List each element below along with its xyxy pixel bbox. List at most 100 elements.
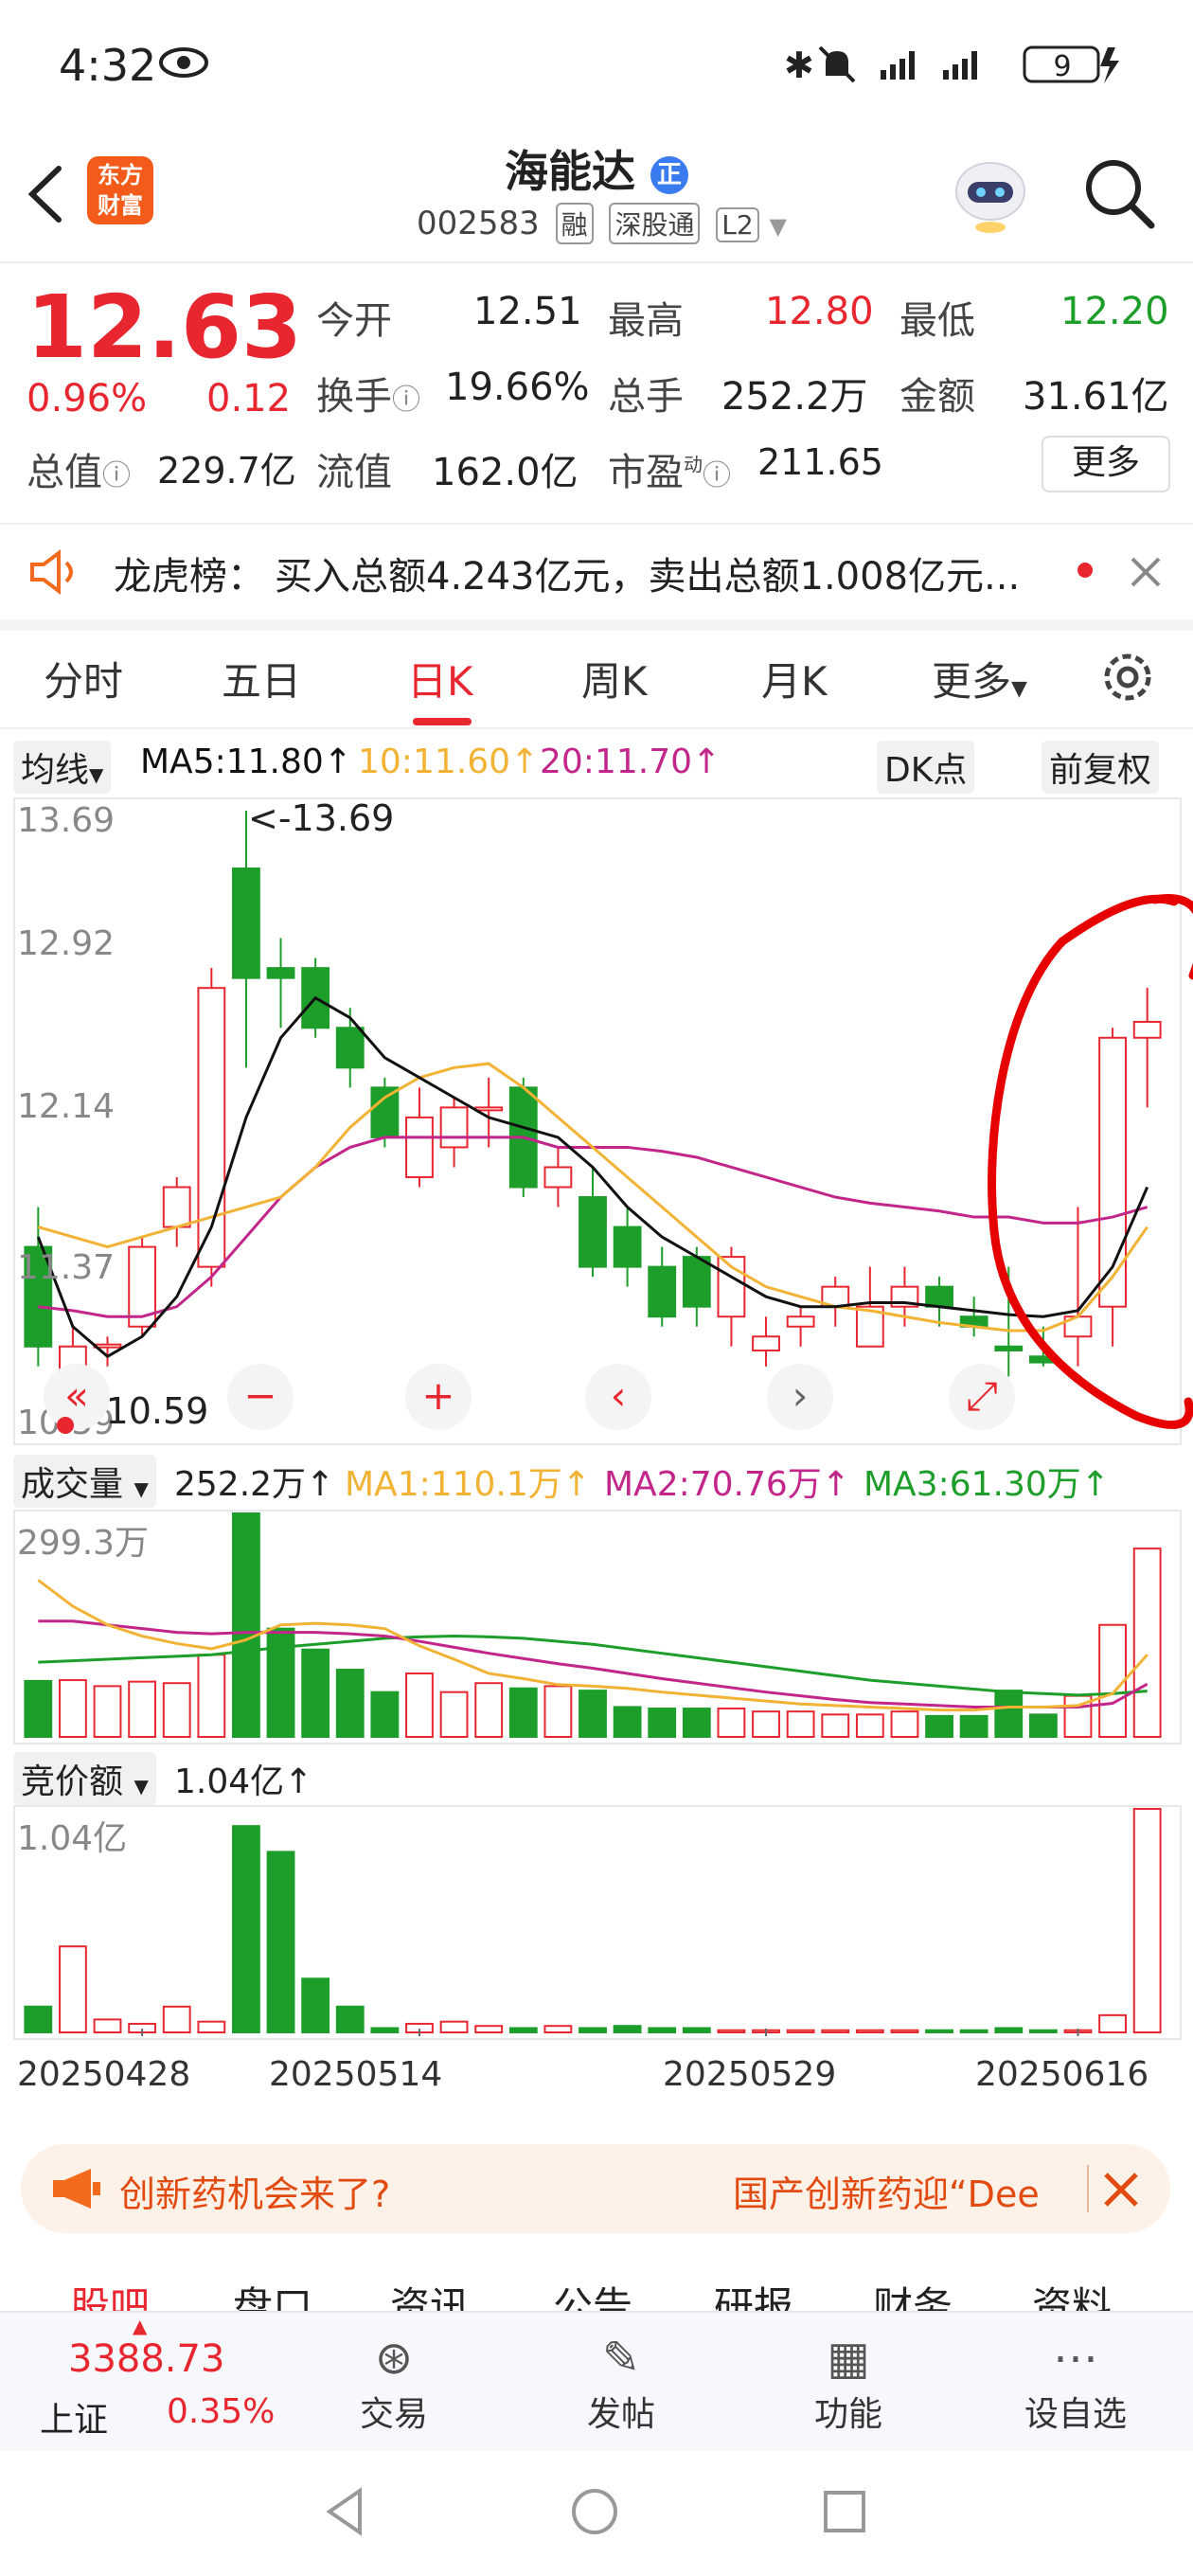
nav-post[interactable]: ✎ 发帖 bbox=[564, 2330, 678, 2436]
tab-five-day[interactable]: 五日 bbox=[222, 650, 301, 707]
tab-monthly-k[interactable]: 月K bbox=[761, 650, 828, 707]
content-tab-profile[interactable]: 资料 bbox=[1032, 2275, 1112, 2311]
active-tab-indicator bbox=[413, 718, 472, 725]
index-change[interactable]: 0.35% bbox=[167, 2392, 275, 2431]
content-tab-research[interactable]: 研报 bbox=[714, 2275, 793, 2311]
volume-bar bbox=[890, 1710, 919, 1739]
content-tab-pankou[interactable]: 盘口 bbox=[233, 2275, 312, 2311]
volume-bar bbox=[405, 1672, 434, 1738]
pe-label: 市盈动ⓘ bbox=[608, 451, 731, 494]
grid-icon: ▦ bbox=[827, 2332, 870, 2385]
volume-chart bbox=[24, 1512, 1162, 1739]
volume-ma2: MA2:70.76万↑ bbox=[604, 1465, 850, 1504]
tab-more[interactable]: 更多▼ bbox=[932, 650, 1027, 707]
period-tabs: 分时 五日 日K 周K 月K 更多▼ bbox=[0, 627, 1193, 729]
scroll-left-button[interactable]: ‹ bbox=[585, 1364, 651, 1430]
promo-banner[interactable]: 创新药机会来了? 国产创新药迎“Dee bbox=[21, 2144, 1170, 2233]
volume-bar bbox=[197, 1654, 226, 1738]
adjust-button[interactable]: 前复权 bbox=[1042, 741, 1160, 794]
volume-bar bbox=[162, 1682, 191, 1738]
tab-daily-k[interactable]: 日K bbox=[407, 650, 473, 707]
candle-down bbox=[370, 1086, 400, 1138]
bluetooth-icon: ✱ bbox=[784, 45, 814, 86]
candle-up bbox=[543, 1166, 573, 1189]
total-cap-value: 229.7亿 bbox=[157, 450, 296, 492]
bid-bar bbox=[994, 2027, 1024, 2033]
volume-bar bbox=[959, 1714, 988, 1738]
stock-code-row[interactable]: 002583 融 深股通 L2 ▼ bbox=[417, 203, 787, 244]
content-tab-guba[interactable]: 股吧 bbox=[70, 2275, 150, 2311]
search-icon[interactable] bbox=[1079, 153, 1159, 233]
content-tab-notice[interactable]: 公告 bbox=[553, 2275, 632, 2311]
zoom-out-button[interactable]: − bbox=[227, 1364, 294, 1430]
bid-bar bbox=[197, 2020, 226, 2033]
index-name[interactable]: 上证 bbox=[40, 2392, 108, 2442]
close-icon[interactable] bbox=[1100, 2169, 1142, 2210]
volume-value: 252.2万 bbox=[721, 375, 868, 419]
candle-down bbox=[579, 1196, 607, 1268]
change-pct: 0.96% bbox=[27, 377, 148, 420]
nav-functions[interactable]: ▦ 功能 bbox=[792, 2330, 905, 2436]
content-tab-news[interactable]: 资讯 bbox=[390, 2275, 470, 2311]
mute-bell-icon bbox=[818, 45, 856, 83]
volume-bar bbox=[474, 1682, 504, 1738]
volume-selector[interactable]: 成交量 ▼ bbox=[13, 1455, 156, 1508]
volume-current: 252.2万↑ bbox=[174, 1465, 335, 1504]
ma20-label: 20:11.70↑ bbox=[540, 742, 721, 781]
volume-bar bbox=[301, 1648, 330, 1738]
bid-selector[interactable]: 竞价额 ▼ bbox=[13, 1752, 156, 1805]
signal-icon-2 bbox=[943, 51, 977, 80]
banner-left-text: 创新药机会来了? bbox=[119, 2174, 391, 2215]
tab-intraday[interactable]: 分时 bbox=[44, 650, 123, 707]
bid-bar bbox=[266, 1851, 295, 2034]
open-value: 12.51 bbox=[473, 290, 582, 333]
nav-add-watchlist[interactable]: ⋯ 设自选 bbox=[1019, 2330, 1132, 2436]
pe-value: 211.65 bbox=[757, 441, 883, 483]
ma5-label: MA5:11.80↑ bbox=[140, 742, 352, 781]
index-value[interactable]: 3388.73 bbox=[68, 2337, 224, 2381]
bid-bar bbox=[439, 2020, 469, 2033]
more-button[interactable]: 更多 bbox=[1042, 436, 1170, 492]
bid-bar bbox=[613, 2025, 642, 2033]
nav-trade[interactable]: ⊛ 交易 bbox=[337, 2330, 451, 2436]
more-dots-icon: ⋯ bbox=[1053, 2332, 1098, 2385]
volume-ma1: MA1:110.1万↑ bbox=[345, 1465, 591, 1504]
robot-assistant-icon[interactable] bbox=[947, 152, 1034, 237]
volume-bar bbox=[579, 1690, 607, 1738]
bid-bar bbox=[648, 2027, 677, 2033]
close-icon[interactable] bbox=[1127, 553, 1165, 591]
bid-bar bbox=[717, 2029, 746, 2034]
bid-bar bbox=[1098, 2013, 1128, 2034]
settings-gear-icon[interactable] bbox=[1098, 648, 1157, 707]
news-strip[interactable]: 龙虎榜： 买入总额4.243亿元，卖出总额1.008亿元... bbox=[0, 523, 1193, 631]
y-label-4: 11.37 bbox=[17, 1248, 116, 1287]
tab-weekly-k[interactable]: 周K bbox=[581, 650, 648, 707]
volume-bar bbox=[821, 1713, 850, 1738]
volume-bar bbox=[1028, 1713, 1058, 1738]
bid-y-label: 1.04亿 bbox=[17, 1819, 128, 1858]
scroll-left-fast-button[interactable]: « bbox=[44, 1364, 110, 1430]
zoom-in-button[interactable]: + bbox=[405, 1364, 472, 1430]
content-tab-finance[interactable]: 财务 bbox=[873, 2275, 953, 2311]
dk-point-button[interactable]: DK点 bbox=[877, 741, 975, 794]
tag-level2: L2 bbox=[716, 207, 759, 242]
candle-down bbox=[613, 1225, 642, 1268]
ma-selector[interactable]: 均线▼ bbox=[13, 741, 112, 794]
volume-ma3: MA3:61.30万↑ bbox=[864, 1465, 1110, 1504]
scroll-right-button[interactable]: › bbox=[767, 1364, 833, 1430]
date-label-1: 20250428 bbox=[17, 2055, 191, 2094]
title-badge: 正 bbox=[650, 155, 688, 194]
signal-icon-1 bbox=[881, 51, 915, 80]
volume-bar bbox=[93, 1685, 122, 1739]
volume-bar bbox=[266, 1627, 295, 1738]
candle-up bbox=[439, 1106, 469, 1149]
system-home-icon[interactable] bbox=[566, 2483, 623, 2540]
amount-value: 31.61亿 bbox=[1023, 375, 1169, 419]
system-recents-icon[interactable] bbox=[816, 2483, 873, 2540]
candle-up bbox=[752, 1335, 780, 1351]
date-label-2: 20250514 bbox=[269, 2055, 443, 2094]
volume-bar bbox=[1132, 1547, 1162, 1738]
stock-code: 002583 bbox=[417, 205, 540, 242]
system-back-icon[interactable] bbox=[318, 2483, 375, 2540]
current-price: 12.63 bbox=[27, 277, 303, 378]
